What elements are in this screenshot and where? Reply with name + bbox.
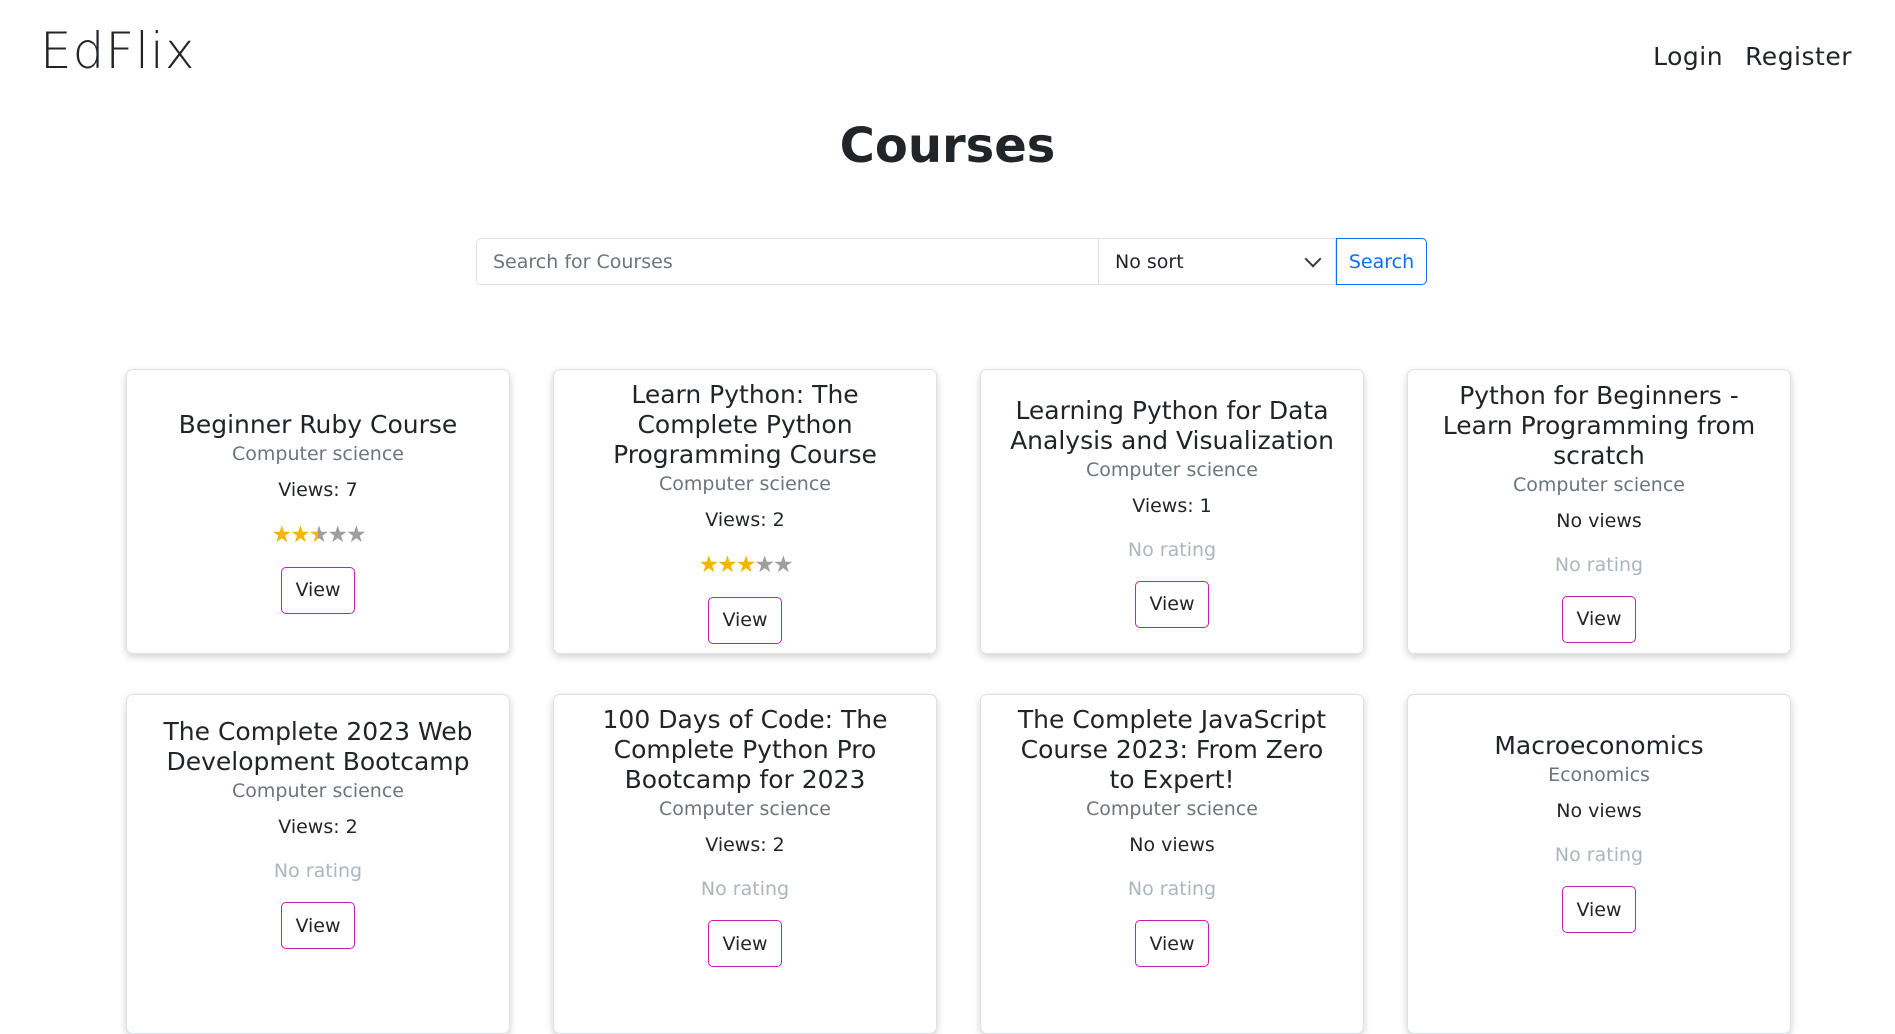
card-body: 100 Days of Code: The Complete Python Pr… <box>578 705 912 967</box>
course-title: 100 Days of Code: The Complete Python Pr… <box>602 705 888 794</box>
course-category: Computer science <box>659 472 831 495</box>
card-body: The Complete JavaScript Course 2023: Fro… <box>1005 705 1339 967</box>
course-category: Computer science <box>659 798 831 820</box>
star-icon: ★ <box>754 551 775 578</box>
course-title: Learn Python: The Complete Python Progra… <box>613 379 877 469</box>
login-link[interactable]: Login <box>1653 42 1723 71</box>
star-icon: ★ <box>327 521 348 548</box>
rating-text: No rating <box>273 860 363 882</box>
sort-select[interactable]: No sort <box>1099 238 1336 285</box>
search-bar: No sort Search <box>476 238 1427 285</box>
search-input[interactable] <box>476 238 1099 285</box>
view-button[interactable]: View <box>281 902 355 949</box>
course-title: Learning Python for Data Analysis and Vi… <box>1010 395 1334 455</box>
course-views: Views: 2 <box>705 508 785 531</box>
star-icon: ★ <box>290 521 311 548</box>
rating-text: No rating <box>1127 538 1217 561</box>
view-button[interactable]: View <box>708 596 782 644</box>
course-card: Beginner Ruby Course Computer science Vi… <box>126 369 510 654</box>
course-title: Python for Beginners - Learn Programming… <box>1442 380 1756 470</box>
view-button[interactable]: View <box>1135 920 1209 967</box>
chevron-down-icon <box>1304 250 1322 267</box>
course-views: No views <box>1129 834 1215 856</box>
course-category: Computer science <box>1513 473 1685 496</box>
course-title: Beginner Ruby Course <box>178 409 458 439</box>
course-title: Macroeconomics <box>1494 731 1704 760</box>
course-card: The Complete JavaScript Course 2023: Fro… <box>980 694 1364 1034</box>
navbar: EdFlix Login Register <box>0 0 1895 110</box>
star-rating: ★ ★ ★ ★ ★ <box>698 551 794 578</box>
course-card: Learning Python for Data Analysis and Vi… <box>980 369 1364 654</box>
page-title: Courses <box>839 118 1056 174</box>
register-link[interactable]: Register <box>1745 42 1852 71</box>
course-card: Macroeconomics Economics No views No rat… <box>1407 694 1791 1034</box>
star-icon: ★ <box>772 551 794 578</box>
search-button[interactable]: Search <box>1336 238 1427 285</box>
course-card: Learn Python: The Complete Python Progra… <box>553 369 937 654</box>
nav-links: Login Register <box>1653 42 1852 71</box>
course-card: The Complete 2023 Web Development Bootca… <box>126 694 510 1034</box>
rating-text: No rating <box>700 878 790 900</box>
sort-selected-value: No sort <box>1115 250 1184 273</box>
view-button[interactable]: View <box>708 920 782 967</box>
course-category: Economics <box>1548 764 1650 786</box>
rating-text: No rating <box>1127 878 1217 900</box>
brand-logo[interactable]: EdFlix <box>40 22 195 80</box>
course-category: Computer science <box>232 780 404 802</box>
star-icon: ★ <box>271 521 292 548</box>
star-rating: ★ ★ ★ ★ ★ <box>271 521 367 548</box>
view-button[interactable]: View <box>1562 595 1636 643</box>
star-half-icon: ★ <box>308 521 330 548</box>
view-button[interactable]: View <box>281 566 355 614</box>
course-views: No views <box>1556 800 1642 822</box>
card-body: The Complete 2023 Web Development Bootca… <box>151 717 485 949</box>
rating-text: No rating <box>1554 553 1644 576</box>
star-icon: ★ <box>698 551 719 578</box>
view-button[interactable]: View <box>1135 580 1209 628</box>
course-card: 100 Days of Code: The Complete Python Pr… <box>553 694 937 1034</box>
course-category: Computer science <box>232 442 404 465</box>
course-card: Python for Beginners - Learn Programming… <box>1407 369 1791 654</box>
star-icon: ★ <box>717 551 738 578</box>
course-views: Views: 7 <box>278 478 358 501</box>
view-button[interactable]: View <box>1562 886 1636 933</box>
rating-text: No rating <box>1554 844 1644 866</box>
course-category: Computer science <box>1086 458 1258 481</box>
course-views: Views: 2 <box>278 816 358 838</box>
course-views: No views <box>1556 509 1642 532</box>
course-title: The Complete JavaScript Course 2023: Fro… <box>1017 705 1327 794</box>
course-views: Views: 1 <box>1132 494 1212 517</box>
card-body: Macroeconomics Economics No views No rat… <box>1432 731 1766 933</box>
star-icon: ★ <box>735 551 757 578</box>
course-category: Computer science <box>1086 798 1258 820</box>
course-views: Views: 2 <box>705 834 785 856</box>
star-icon: ★ <box>345 521 367 548</box>
course-title: The Complete 2023 Web Development Bootca… <box>163 717 473 776</box>
